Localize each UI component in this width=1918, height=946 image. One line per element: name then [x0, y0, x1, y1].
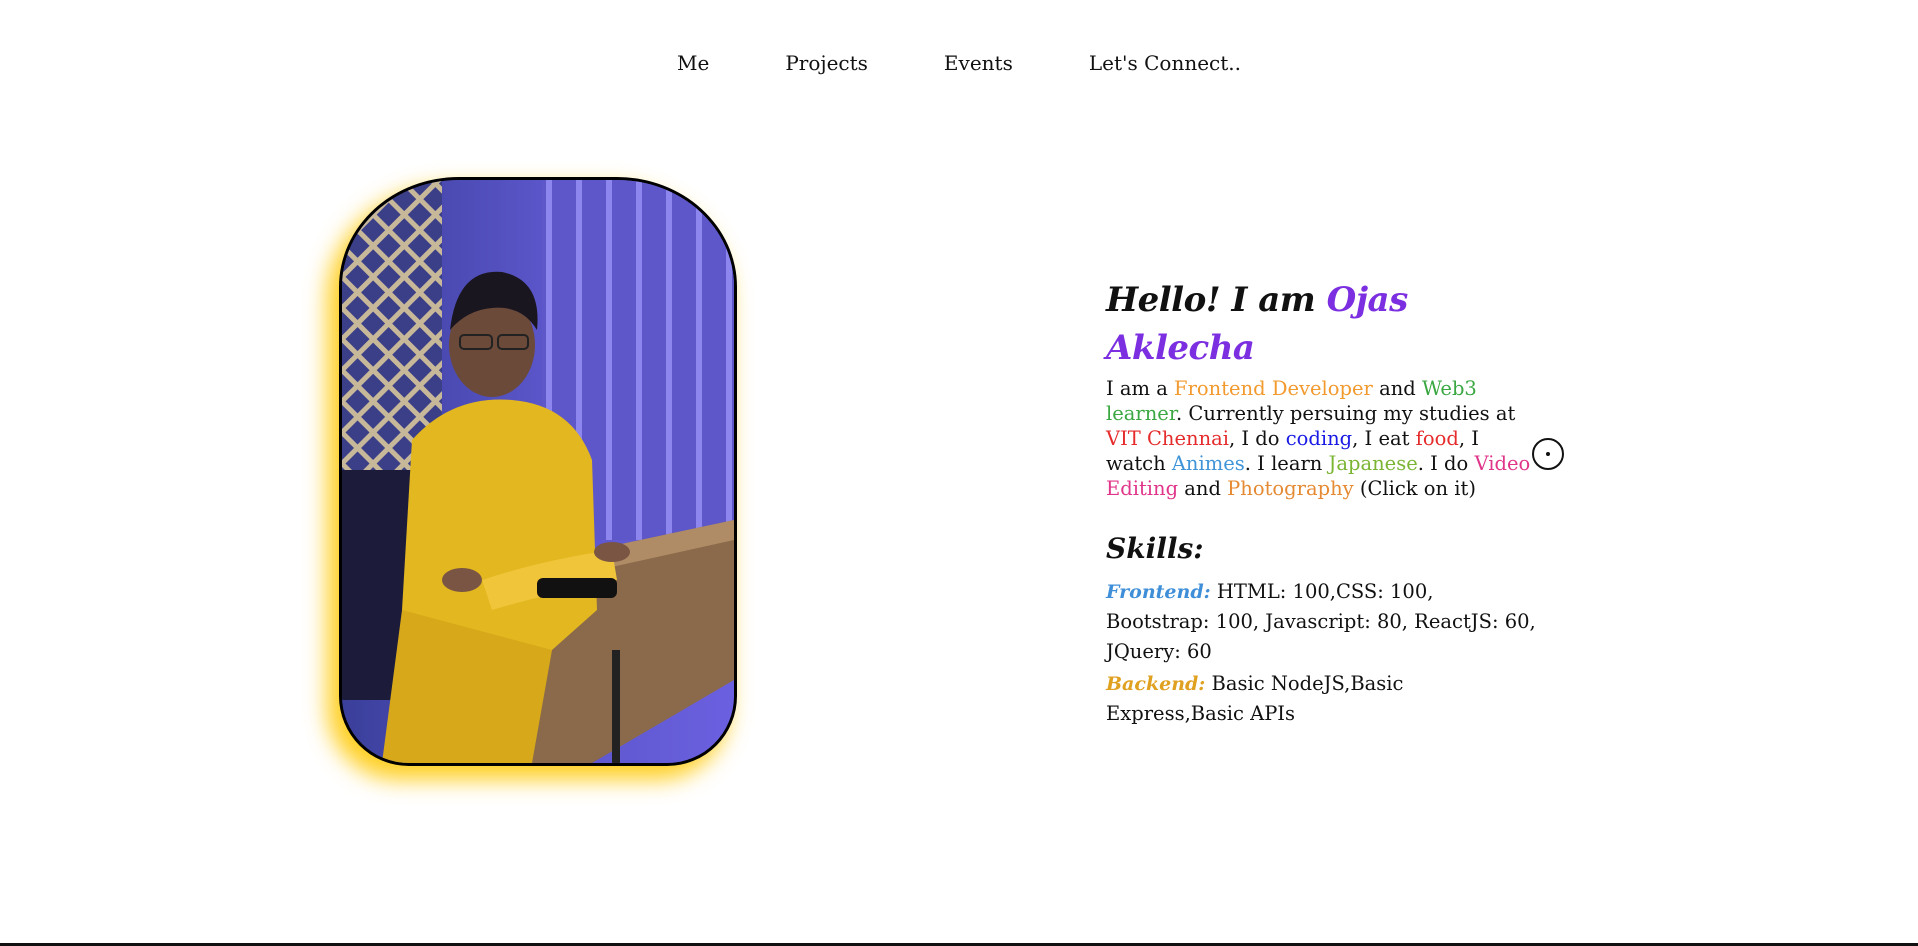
custom-cursor-ring-icon: [1532, 438, 1564, 470]
bio-text: I am a: [1106, 377, 1175, 400]
bio-photography-link[interactable]: Photography: [1227, 477, 1353, 500]
bio-text: , I eat: [1352, 427, 1416, 450]
bio-text: . I do: [1417, 452, 1475, 475]
top-navigation: Me Projects Events Let's Connect..: [0, 48, 1918, 78]
skills-heading: Skills:: [1106, 532, 1204, 565]
greeting-text: Hello! I am: [1106, 280, 1316, 320]
bio-paragraph: I am a Frontend Developer and Web3 learn…: [1106, 376, 1536, 501]
bio-animes: Animes: [1171, 452, 1245, 475]
bio-text: . Currently persuing my studies at: [1176, 402, 1516, 425]
skills-frontend-label: Frontend:: [1106, 581, 1211, 603]
bio-text: (Click on it): [1353, 477, 1476, 500]
profile-photo-image: [342, 180, 734, 763]
portfolio-page: Me Projects Events Let's Connect.. Hello…: [0, 0, 1918, 946]
bio-text: and: [1178, 477, 1228, 500]
greeting-heading: Hello! I am Ojas Aklecha: [1106, 276, 1536, 372]
intro-section: Hello! I am Ojas Aklecha I am a Frontend…: [1106, 276, 1536, 731]
nav-link-events[interactable]: Events: [906, 48, 1051, 78]
bio-text: and: [1372, 377, 1422, 400]
bio-japanese: Japanese: [1328, 452, 1418, 475]
nav-link-projects[interactable]: Projects: [747, 48, 906, 78]
bio-food: food: [1415, 427, 1459, 450]
bio-text: . I learn: [1244, 452, 1329, 475]
skills-backend-row: Backend: Basic NodeJS,Basic Express,Basi…: [1106, 669, 1536, 729]
bio-coding: coding: [1285, 427, 1353, 450]
custom-cursor-dot-icon: [1546, 452, 1550, 456]
bio-college: VIT Chennai: [1106, 427, 1229, 450]
nav-link-me[interactable]: Me: [639, 48, 747, 78]
bio-role-frontend: Frontend Developer: [1174, 377, 1373, 400]
skills-frontend-row: Frontend: HTML: 100,CSS: 100, Bootstrap:…: [1106, 577, 1536, 667]
skills-backend-label: Backend:: [1106, 673, 1206, 695]
profile-photo: [339, 177, 737, 766]
nav-link-lets-connect[interactable]: Let's Connect..: [1051, 48, 1279, 78]
bio-text: , I do: [1229, 427, 1286, 450]
